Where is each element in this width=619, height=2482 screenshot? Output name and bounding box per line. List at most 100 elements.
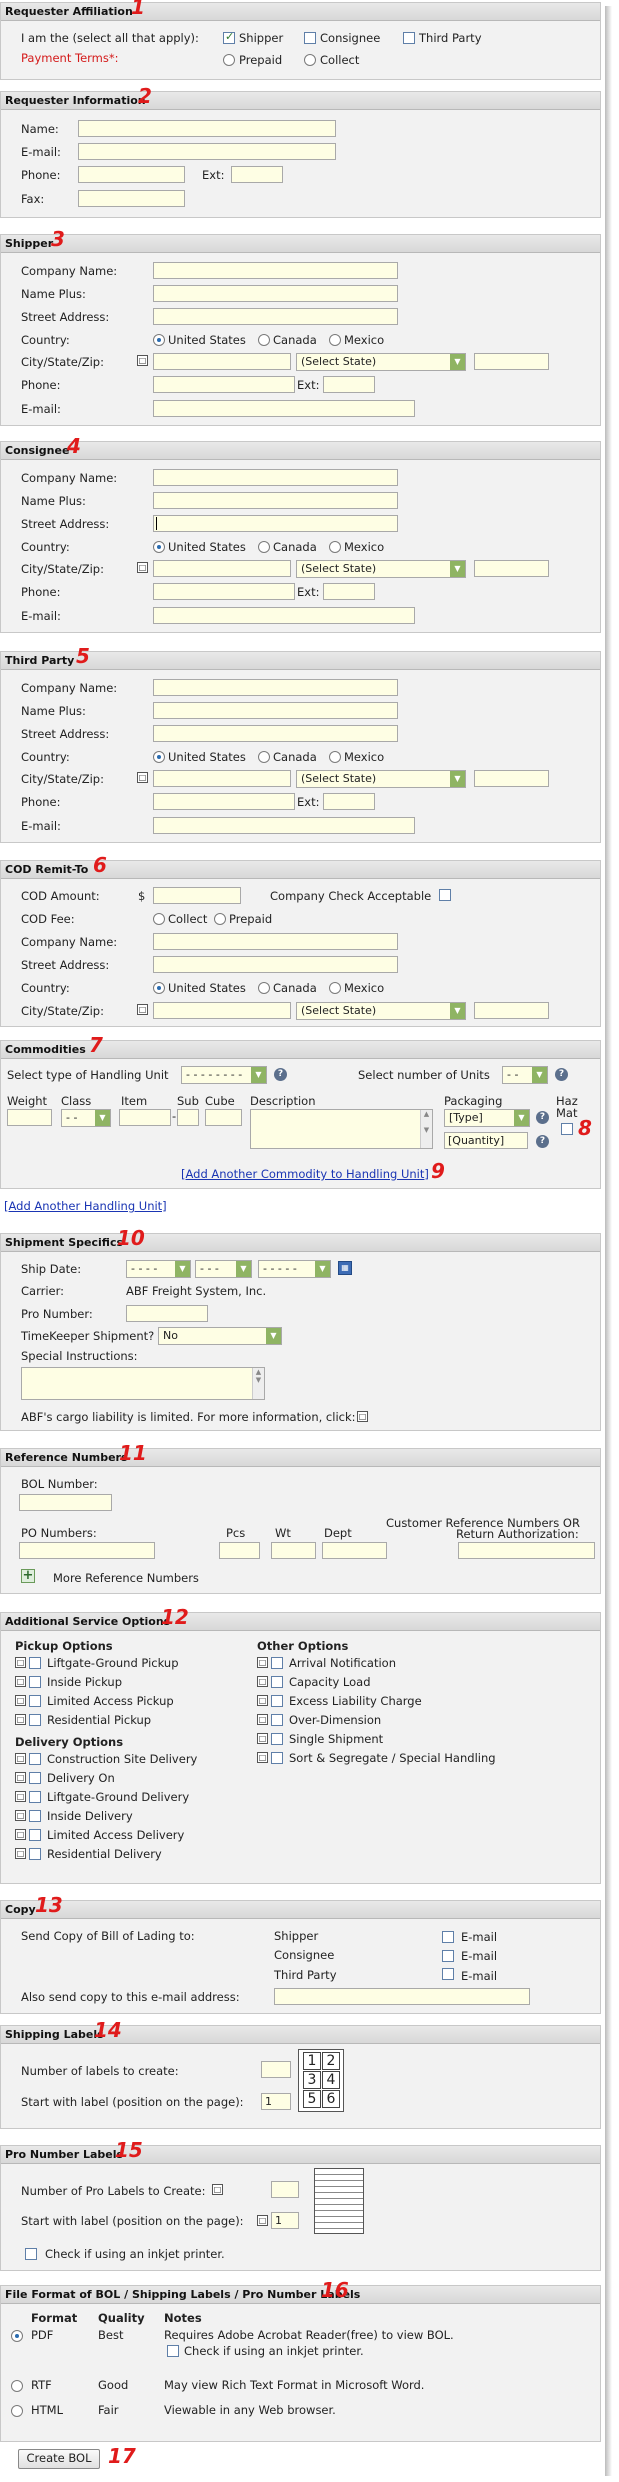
consignee-state-select[interactable]: (Select State) ▼ [296, 560, 466, 578]
po-number-input[interactable] [19, 1542, 155, 1559]
consignee-phone-input[interactable] [153, 583, 295, 600]
pdf-inkjet-checkbox[interactable] [167, 2345, 179, 2357]
shipper-phone-input[interactable] [153, 376, 295, 393]
cod-state-select[interactable]: (Select State) ▼ [296, 1002, 466, 1020]
labels-start-input[interactable]: 1 [261, 2093, 291, 2110]
customer-ref-input[interactable] [458, 1542, 595, 1559]
consignee-us-radio[interactable] [153, 541, 165, 553]
third-party-email-input[interactable] [153, 817, 415, 834]
capacity-load-checkbox[interactable] [271, 1676, 283, 1688]
consignee-name-plus-input[interactable] [153, 492, 398, 509]
consignee-mexico-radio[interactable] [329, 541, 341, 553]
third-party-canada-radio[interactable] [258, 751, 270, 763]
add-handling-unit-link[interactable]: [Add Another Handling Unit] [4, 1199, 167, 1213]
cod-street-input[interactable] [153, 956, 398, 973]
limited-access-pickup-checkbox[interactable] [29, 1695, 41, 1707]
info-book-icon[interactable]: □ [212, 2184, 223, 2195]
cod-us-radio[interactable] [153, 982, 165, 994]
pro-labels-number-input[interactable] [271, 2181, 299, 2198]
info-book-icon[interactable]: □ [15, 1753, 26, 1764]
consignee-street-input[interactable] [153, 515, 398, 532]
plus-icon[interactable]: + [21, 1569, 35, 1583]
shipper-email-input[interactable] [153, 400, 415, 417]
lookup-book-icon[interactable]: □ [137, 562, 148, 573]
help-icon[interactable]: ? [536, 1111, 549, 1124]
third-party-state-select[interactable]: (Select State) ▼ [296, 770, 466, 788]
requester-ext-input[interactable] [231, 166, 283, 183]
info-book-icon[interactable]: □ [357, 1411, 368, 1422]
cod-fee-prepaid-radio[interactable] [214, 913, 226, 925]
info-book-icon[interactable]: □ [15, 1676, 26, 1687]
over-dimension-checkbox[interactable] [271, 1714, 283, 1726]
scrollbar[interactable]: ▲ ▼ [252, 1368, 264, 1399]
inside-delivery-checkbox[interactable] [29, 1810, 41, 1822]
help-icon[interactable]: ? [274, 1068, 287, 1081]
delivery-on-checkbox[interactable] [29, 1772, 41, 1784]
requester-email-input[interactable] [78, 143, 336, 160]
third-party-name-plus-input[interactable] [153, 702, 398, 719]
consignee-city-input[interactable] [153, 560, 291, 577]
info-book-icon[interactable]: □ [257, 1676, 268, 1687]
help-icon[interactable]: ? [555, 1068, 568, 1081]
liftgate-delivery-checkbox[interactable] [29, 1791, 41, 1803]
pdf-radio[interactable] [11, 2330, 23, 2342]
pro-labels-start-input[interactable]: 1 [271, 2212, 299, 2229]
description-textarea[interactable]: ▲ ▼ [250, 1109, 433, 1149]
cod-amount-input[interactable] [153, 887, 241, 904]
timekeeper-select[interactable]: No ▼ [158, 1327, 282, 1345]
info-book-icon[interactable]: □ [15, 1848, 26, 1859]
cod-company-input[interactable] [153, 933, 398, 950]
info-book-icon[interactable]: □ [15, 1829, 26, 1840]
excess-liability-checkbox[interactable] [271, 1695, 283, 1707]
pro-inkjet-checkbox[interactable] [25, 2248, 37, 2260]
third-party-mexico-radio[interactable] [329, 751, 341, 763]
help-icon[interactable]: ? [536, 1135, 549, 1148]
requester-name-input[interactable] [78, 120, 336, 137]
construction-delivery-checkbox[interactable] [29, 1753, 41, 1765]
wt-input[interactable] [271, 1542, 316, 1559]
more-reference-label[interactable]: More Reference Numbers [53, 1571, 199, 1585]
ship-month-select[interactable]: - - - - ▼ [126, 1260, 191, 1278]
sub-input[interactable] [177, 1109, 199, 1126]
weight-input[interactable] [7, 1109, 52, 1126]
residential-delivery-checkbox[interactable] [29, 1848, 41, 1860]
cod-canada-radio[interactable] [258, 982, 270, 994]
info-book-icon[interactable]: □ [15, 1695, 26, 1706]
class-select[interactable]: - - ▼ [61, 1109, 111, 1127]
third-party-checkbox[interactable] [403, 32, 415, 44]
residential-pickup-checkbox[interactable] [29, 1714, 41, 1726]
rtf-radio[interactable] [11, 2380, 23, 2392]
liftgate-pickup-checkbox[interactable] [29, 1657, 41, 1669]
cod-city-input[interactable] [153, 1002, 291, 1019]
inside-pickup-checkbox[interactable] [29, 1676, 41, 1688]
cod-mexico-radio[interactable] [329, 982, 341, 994]
info-book-icon[interactable]: □ [257, 1695, 268, 1706]
shipper-zip-input[interactable] [474, 353, 549, 370]
shipper-mexico-radio[interactable] [329, 334, 341, 346]
collect-radio[interactable] [304, 54, 316, 66]
scrollbar[interactable]: ▲ ▼ [420, 1110, 432, 1148]
pcs-input[interactable] [219, 1542, 260, 1559]
shipper-city-input[interactable] [153, 353, 291, 370]
info-book-icon[interactable]: □ [257, 1733, 268, 1744]
lookup-book-icon[interactable]: □ [137, 1004, 148, 1015]
pro-number-input[interactable] [126, 1305, 208, 1322]
limited-access-delivery-checkbox[interactable] [29, 1829, 41, 1841]
consignee-company-input[interactable] [153, 469, 398, 486]
info-book-icon[interactable]: □ [257, 1752, 268, 1763]
cod-zip-input[interactable] [474, 1002, 549, 1019]
bol-number-input[interactable] [19, 1494, 112, 1511]
lookup-book-icon[interactable]: □ [137, 355, 148, 366]
company-check-checkbox[interactable] [439, 889, 451, 901]
third-party-city-input[interactable] [153, 770, 291, 787]
requester-fax-input[interactable] [78, 190, 185, 207]
consignee-checkbox[interactable] [304, 32, 316, 44]
shipper-checkbox[interactable] [223, 30, 235, 44]
item-input[interactable] [119, 1109, 171, 1126]
shipper-canada-radio[interactable] [258, 334, 270, 346]
info-book-icon[interactable]: □ [15, 1810, 26, 1821]
ship-day-select[interactable]: - - - ▼ [195, 1260, 252, 1278]
consignee-email-input[interactable] [153, 607, 415, 624]
consignee-canada-radio[interactable] [258, 541, 270, 553]
third-party-phone-input[interactable] [153, 793, 295, 810]
